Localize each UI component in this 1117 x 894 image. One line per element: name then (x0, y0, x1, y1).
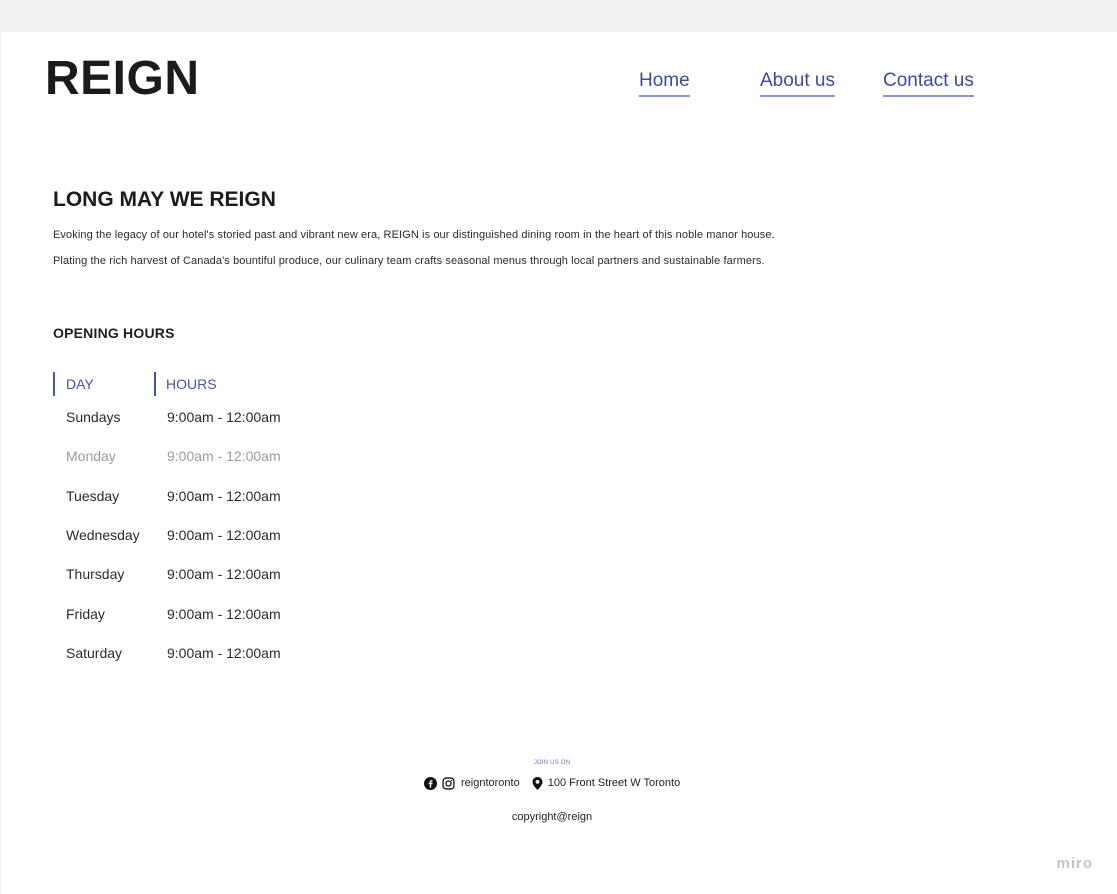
nav-about-link[interactable]: About us (760, 70, 835, 97)
day-cell: Thursday (66, 566, 125, 582)
column-header-hours: HOURS (154, 372, 217, 396)
hours-cell: 9:00am - 12:00am (167, 409, 281, 425)
map-pin-icon (532, 776, 543, 790)
column-header-day: DAY (53, 372, 94, 396)
nav-home-link[interactable]: Home (639, 70, 690, 97)
day-cell: Saturday (66, 645, 123, 661)
hours-row: Saturday 9:00am - 12:00am (53, 645, 353, 665)
day-cell: Sundays (66, 409, 121, 425)
hero-paragraph: Evoking the legacy of our hotel's storie… (53, 229, 775, 241)
address-text: 100 Front Street W Toronto (547, 777, 681, 789)
nav-contact-link[interactable]: Contact us (883, 70, 974, 97)
hours-row: Thursday 9:00am - 12:00am (53, 566, 353, 586)
hero-paragraph: Plating the rich harvest of Canada's bou… (53, 255, 765, 267)
hours-cell: 9:00am - 12:00am (167, 448, 281, 464)
hours-cell: 9:00am - 12:00am (167, 566, 281, 582)
hours-cell: 9:00am - 12:00am (167, 645, 281, 661)
day-cell: Friday (66, 606, 105, 622)
hours-row: Monday 9:00am - 12:00am (53, 448, 353, 468)
hours-cell: 9:00am - 12:00am (167, 527, 281, 543)
hours-row: Friday 9:00am - 12:00am (53, 606, 353, 626)
hours-row: Wednesday 9:00am - 12:00am (53, 527, 353, 547)
hours-row: Sundays 9:00am - 12:00am (53, 409, 353, 429)
hours-cell: 9:00am - 12:00am (167, 488, 281, 504)
miro-watermark: miro (1056, 855, 1093, 872)
day-cell: Monday (66, 448, 116, 464)
opening-hours-title: OPENING HOURS (53, 325, 175, 341)
hours-cell: 9:00am - 12:00am (167, 606, 281, 622)
join-us-label: JOIN US ON (533, 760, 571, 766)
instagram-icon[interactable] (442, 776, 455, 790)
footer-contact-row: reigntoronto 100 Front Street W Toronto (424, 775, 680, 791)
hero-title: LONG MAY WE REIGN (53, 188, 276, 211)
page-canvas: REIGN Home About us Contact us LONG MAY … (1, 32, 1117, 894)
hours-row: Tuesday 9:00am - 12:00am (53, 488, 353, 508)
facebook-icon[interactable] (424, 776, 437, 790)
copyright-text: copyright@reign (511, 811, 593, 823)
day-cell: Tuesday (66, 488, 120, 504)
brand-logo[interactable]: REIGN (45, 55, 200, 103)
social-handle[interactable]: reigntoronto (461, 777, 520, 789)
day-cell: Wednesday (66, 527, 140, 543)
